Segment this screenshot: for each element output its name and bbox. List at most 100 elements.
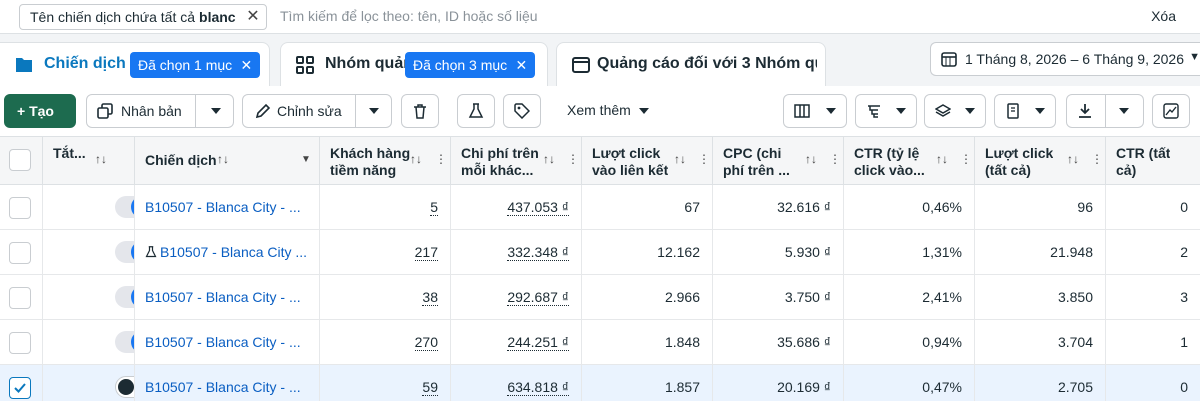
reports-button[interactable] xyxy=(994,94,1056,128)
sort-icon[interactable]: ↑↓ xyxy=(1067,152,1079,166)
clicks-all-cell: 96 xyxy=(975,185,1106,230)
download-icon xyxy=(1079,104,1091,118)
table-row[interactable]: B10507 - Blanca City ... 217 332.348 ₫ 1… xyxy=(0,230,1200,275)
clicks-all-cell: 21.948 xyxy=(975,230,1106,275)
ctr-all-cell: 2 xyxy=(1180,244,1188,260)
select-all-cell xyxy=(0,137,43,185)
close-icon[interactable]: ✕ xyxy=(240,52,252,78)
tab-label: Quảng cáo đối với 3 Nhóm quảng cáo xyxy=(597,55,817,72)
filter-chip[interactable]: Tên chiến dịch chứa tất cả blanc ✕ xyxy=(19,4,267,30)
cost-per-cell: 292.687 ₫ xyxy=(451,275,582,320)
ad-window-icon xyxy=(572,57,590,73)
more-icon[interactable]: ⋮ xyxy=(435,152,447,166)
sort-icon[interactable]: ↑↓ xyxy=(936,152,948,166)
sort-icon[interactable]: ↑↓ xyxy=(674,152,686,166)
ctr-cell: 0,46% xyxy=(844,185,975,230)
table-row[interactable]: B10507 - Blanca City - ... 270 244.251 ₫… xyxy=(0,320,1200,365)
chevron-down-icon[interactable]: ▼ xyxy=(301,154,311,165)
campaign-name-link[interactable]: B10507 - Blanca City - ... xyxy=(135,185,320,230)
row-checkbox[interactable] xyxy=(9,287,31,309)
ctr-cell: 0,94% xyxy=(844,320,975,365)
clear-button[interactable]: Xóa xyxy=(1151,8,1176,24)
sort-icon[interactable]: ↑↓ xyxy=(410,152,422,166)
more-icon[interactable]: ⋮ xyxy=(1091,152,1103,166)
column-header-cpc[interactable]: CPC (chi phí trên ... ↑↓ ⋮ xyxy=(713,137,844,185)
column-header-toggle[interactable]: Tắt... ↑↓ xyxy=(43,137,135,185)
more-button[interactable]: Xem thêm xyxy=(567,102,649,118)
layers-button[interactable] xyxy=(924,94,986,128)
trash-icon xyxy=(414,104,426,119)
more-icon[interactable]: ⋮ xyxy=(698,152,710,166)
chart-button[interactable] xyxy=(1152,94,1190,128)
report-icon xyxy=(1007,103,1019,119)
close-icon[interactable]: ✕ xyxy=(246,5,259,29)
sort-icon[interactable]: ↑↓ xyxy=(543,152,555,166)
campaign-name-link[interactable]: B10507 - Blanca City ... xyxy=(135,230,320,275)
selection-badge[interactable]: Đã chọn 1 mục ✕ xyxy=(130,52,261,78)
columns-button[interactable] xyxy=(783,94,847,128)
tab-adsets[interactable]: Nhóm quảng cáo Đã chọn 3 mục✕ xyxy=(280,42,548,86)
column-header-ctr-all[interactable]: CTR (tất cả) xyxy=(1106,137,1200,185)
campaign-name-link[interactable]: B10507 - Blanca City - ... xyxy=(135,365,320,401)
more-icon[interactable]: ⋮ xyxy=(567,152,579,166)
row-checkbox[interactable] xyxy=(9,197,31,219)
date-range-picker[interactable]: 1 Tháng 8, 2026 – 6 Tháng 9, 2026 ▼ xyxy=(930,42,1200,76)
sort-icon[interactable]: ↑↓ xyxy=(95,152,107,166)
calendar-icon xyxy=(941,52,957,67)
chevron-down-icon[interactable] xyxy=(1119,108,1129,114)
duplicate-icon xyxy=(97,103,113,119)
table-row[interactable]: B10507 - Blanca City - ... 5 437.053 ₫ 6… xyxy=(0,185,1200,230)
row-checkbox[interactable] xyxy=(9,332,31,354)
campaign-toggle[interactable] xyxy=(115,331,134,353)
edit-button[interactable]: Chỉnh sửa xyxy=(242,94,392,128)
column-header-campaign[interactable]: Chiến dịch ↑↓ ▼ xyxy=(135,137,320,185)
column-header-cost-per[interactable]: Chi phí trên mỗi khác... ↑↓ ⋮ xyxy=(451,137,582,185)
column-header-ctr[interactable]: CTR (tỷ lệ click vào... ↑↓ ⋮ xyxy=(844,137,975,185)
selection-badge[interactable]: Đã chọn 3 mục ✕ xyxy=(405,52,536,78)
filter-bar: Tên chiến dịch chứa tất cả blanc ✕ Tìm ki… xyxy=(0,0,1200,34)
more-icon[interactable]: ⋮ xyxy=(960,152,972,166)
create-button[interactable]: + Tạo xyxy=(4,94,76,128)
search-input[interactable]: Tìm kiếm để lọc theo: tên, ID hoặc số li… xyxy=(280,8,538,24)
delete-button[interactable] xyxy=(401,94,439,128)
export-button[interactable] xyxy=(1066,94,1144,128)
select-all-checkbox[interactable] xyxy=(9,149,31,171)
ctr-all-cell: 0 xyxy=(1180,199,1188,215)
toolbar: + Tạo Nhân bản Chỉnh sửa Xem thêm xyxy=(0,86,1200,136)
sort-icon[interactable]: ↑↓ xyxy=(805,152,817,166)
chevron-down-icon[interactable] xyxy=(211,108,221,114)
table-row[interactable]: B10507 - Blanca City - ... 59 634.818 ₫ … xyxy=(0,365,1200,401)
row-checkbox[interactable] xyxy=(9,377,31,399)
cost-per-cell: 332.348 ₫ xyxy=(451,230,582,275)
tag-button[interactable] xyxy=(503,94,541,128)
ab-test-button[interactable] xyxy=(457,94,495,128)
chevron-down-icon[interactable] xyxy=(369,108,379,114)
cost-per-cell: 437.053 ₫ xyxy=(451,185,582,230)
breakdown-button[interactable] xyxy=(855,94,917,128)
tab-ads[interactable]: Quảng cáo đối với 3 Nhóm quảng cáo xyxy=(556,42,826,86)
column-header-clicks-all[interactable]: Lượt click (tất cả) ↑↓ ⋮ xyxy=(975,137,1106,185)
more-icon[interactable]: ⋮ xyxy=(829,152,841,166)
leads-cell: 59 xyxy=(320,365,451,401)
flask-icon xyxy=(468,103,484,118)
ctr-all-cell: 1 xyxy=(1180,334,1188,350)
column-header-leads[interactable]: Khách hàng tiềm năng ↑↓ ⋮ xyxy=(320,137,451,185)
close-icon[interactable]: ✕ xyxy=(515,52,527,78)
row-checkbox[interactable] xyxy=(9,242,31,264)
campaign-toggle[interactable] xyxy=(115,376,134,398)
tab-campaigns[interactable]: Chiến dịch Đã chọn 1 mục ✕ xyxy=(0,42,270,86)
link-clicks-cell: 67 xyxy=(582,185,713,230)
campaign-name-link[interactable]: B10507 - Blanca City - ... xyxy=(135,320,320,365)
cpc-cell: 35.686 ₫ xyxy=(713,320,844,365)
check-icon xyxy=(14,383,26,393)
campaign-toggle[interactable] xyxy=(115,286,134,308)
sort-icon[interactable]: ↑↓ xyxy=(217,152,229,166)
tab-label: Chiến dịch xyxy=(44,55,126,72)
campaign-toggle[interactable] xyxy=(115,241,134,263)
column-header-link-clicks[interactable]: Lượt click vào liên kết ↑↓ ⋮ xyxy=(582,137,713,185)
duplicate-button[interactable]: Nhân bản xyxy=(86,94,234,128)
campaign-toggle[interactable] xyxy=(115,196,134,218)
table-row[interactable]: B10507 - Blanca City - ... 38 292.687 ₫ … xyxy=(0,275,1200,320)
link-clicks-cell: 2.966 xyxy=(582,275,713,320)
campaign-name-link[interactable]: B10507 - Blanca City - ... xyxy=(135,275,320,320)
